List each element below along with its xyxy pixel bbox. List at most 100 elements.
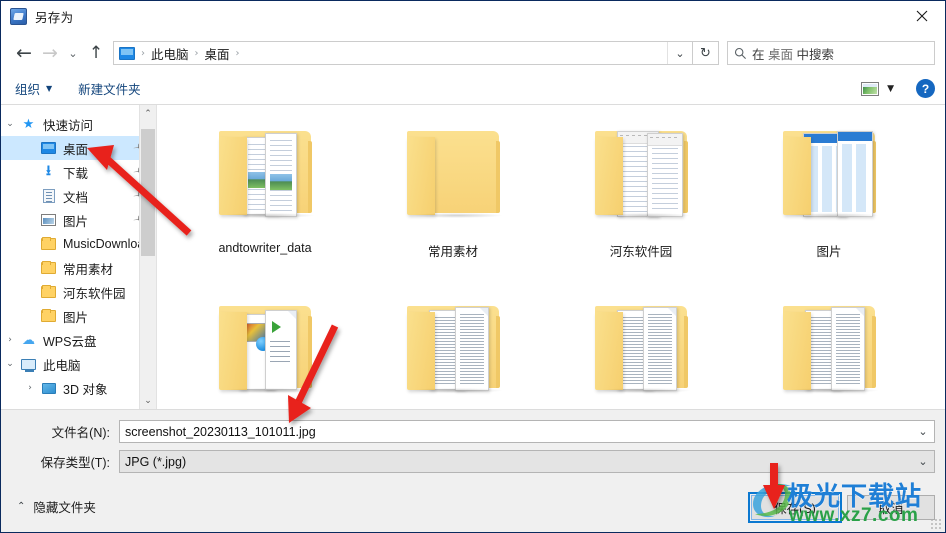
dialog-buttons: 保存(S) 取消 <box>748 492 935 523</box>
chevron-icon[interactable]: ⌄ <box>1 119 19 129</box>
picture-icon <box>39 214 58 226</box>
file-item-label: 图片 <box>816 245 842 259</box>
star-icon: ★ <box>22 116 35 131</box>
sidebar-item-label: 图片 <box>63 310 89 325</box>
navigation-bar: ← → ⌄ ↑ › 此电脑 › 桌面 › ⌄ ↻ 在 桌面 中搜索 <box>1 33 945 73</box>
chevron-down-icon[interactable]: ▼ <box>887 84 894 94</box>
new-folder-button[interactable]: 新建文件夹 <box>78 79 141 98</box>
this-pc-icon <box>19 358 38 372</box>
sidebar-item-5[interactable]: MusicDownloa <box>1 232 156 256</box>
file-item[interactable] <box>547 292 735 409</box>
folder-with-documents-icon <box>769 292 889 409</box>
sidebar-item-10[interactable]: ⌄ 此电脑 <box>1 352 156 376</box>
scrollbar-thumb[interactable] <box>141 129 155 256</box>
sidebar-item-1[interactable]: 桌面📌 <box>1 136 156 160</box>
cloud-icon: ☁ <box>22 332 35 347</box>
help-icon[interactable]: ? <box>916 79 935 98</box>
file-list[interactable]: andtowriter_data 常用素材 河东软件园 图片 <box>157 105 945 409</box>
sidebar-item-label: 下载 <box>63 166 89 181</box>
file-item[interactable]: 河东软件园 <box>547 117 735 292</box>
folder-with-documents-icon <box>393 292 513 409</box>
search-icon <box>728 47 752 60</box>
search-ph-post: 中搜索 <box>793 47 834 62</box>
refresh-icon[interactable]: ↻ <box>693 41 719 65</box>
help-label: ? <box>921 81 930 96</box>
folder-with-documents-icon <box>581 292 701 409</box>
breadcrumb-separator: › <box>235 47 240 59</box>
file-item-label: 河东软件园 <box>609 245 673 259</box>
hide-folders-toggle[interactable]: ⌃ 隐藏文件夹 <box>17 497 96 516</box>
filename-field[interactable]: screenshot_20230113_101011.jpg ⌄ <box>119 420 935 443</box>
breadcrumb-item-0[interactable]: 此电脑 <box>151 44 189 63</box>
sidebar-item-3[interactable]: 文档📌 <box>1 184 156 208</box>
sidebar-item-label: 3D 对象 <box>63 382 108 397</box>
3d-objects-icon <box>39 382 58 394</box>
folder-with-documents-icon <box>581 117 701 237</box>
sidebar-item-4[interactable]: 图片📌 <box>1 208 156 232</box>
sidebar-item-9[interactable]: › ☁ WPS云盘 <box>1 328 156 352</box>
file-item[interactable]: andtowriter_data <box>171 117 359 292</box>
sidebar-item-0[interactable]: ⌄ ★ 快速访问 <box>1 112 156 136</box>
sidebar-scrollbar[interactable]: ⌃ ⌄ <box>139 105 156 409</box>
filetype-field[interactable]: JPG (*.jpg) ⌄ <box>119 450 935 473</box>
sidebar-item-7[interactable]: 河东软件园 <box>1 280 156 304</box>
chevron-down-icon[interactable]: ⌄ <box>63 40 83 66</box>
sidebar-item-label: WPS云盘 <box>43 334 97 349</box>
chevron-icon[interactable]: › <box>1 335 19 345</box>
chevron-down-icon[interactable]: ⌄ <box>140 392 156 409</box>
chevron-icon[interactable]: › <box>21 383 39 393</box>
sidebar-item-label: 此电脑 <box>43 358 81 373</box>
chevron-icon[interactable]: ⌄ <box>1 359 19 369</box>
breadcrumb[interactable]: › 此电脑 › 桌面 › ⌄ <box>113 41 693 65</box>
close-icon[interactable] <box>899 1 945 31</box>
window-title: 另存为 <box>35 11 74 25</box>
folder-with-documents-icon <box>205 117 325 237</box>
this-pc-icon <box>119 46 135 60</box>
search-ph-target: 桌面 <box>767 47 793 62</box>
cancel-button[interactable]: 取消 <box>847 495 935 520</box>
resize-grip[interactable] <box>930 518 942 530</box>
chevron-down-icon: ▼ <box>46 84 53 93</box>
sidebar-list: ⌄★快速访问桌面📌⭳下载📌文档📌图片📌MusicDownloa常用素材河东软件园… <box>1 105 156 400</box>
file-item[interactable] <box>171 292 359 409</box>
form-footer: ⌃ 隐藏文件夹 保存(S) 取消 <box>1 479 945 532</box>
file-grid: andtowriter_data 常用素材 河东软件园 图片 <box>171 117 945 409</box>
folder-icon <box>393 117 513 237</box>
filename-row: 文件名(N): screenshot_20230113_101011.jpg ⌄ <box>1 419 945 444</box>
view-layout-icon[interactable] <box>861 81 880 96</box>
save-button[interactable]: 保存(S) <box>748 492 842 523</box>
save-button-label: 保存(S) <box>774 502 816 516</box>
sidebar-item-11[interactable]: › 3D 对象 <box>1 376 156 400</box>
file-item[interactable] <box>735 292 923 409</box>
arrow-up-icon[interactable]: ↑ <box>83 40 109 66</box>
sidebar-item-label: 图片 <box>63 214 89 229</box>
search-input[interactable]: 在 桌面 中搜索 <box>727 41 935 65</box>
folder-icon <box>39 237 58 250</box>
breadcrumb-dropdown-icon[interactable]: ⌄ <box>667 42 692 64</box>
arrow-left-icon[interactable]: ← <box>11 40 37 66</box>
sidebar-item-label: 河东软件园 <box>63 286 126 301</box>
file-item[interactable]: 常用素材 <box>359 117 547 292</box>
file-item[interactable]: 图片 <box>735 117 923 292</box>
organize-button[interactable]: 组织 ▼ <box>15 79 52 98</box>
sidebar-item-6[interactable]: 常用素材 <box>1 256 156 280</box>
breadcrumb-item-1[interactable]: 桌面 <box>205 44 230 63</box>
filetype-value: JPG (*.jpg) <box>125 454 187 469</box>
organize-label: 组织 <box>15 83 41 97</box>
search-ph-pre: 在 <box>752 47 768 62</box>
filetype-row: 保存类型(T): JPG (*.jpg) ⌄ <box>1 449 945 474</box>
chevron-down-icon[interactable]: ⌄ <box>912 421 934 442</box>
monitor-icon <box>39 142 58 154</box>
sidebar-item-label: 文档 <box>63 190 89 205</box>
file-item[interactable] <box>359 292 547 409</box>
chevron-up-icon[interactable]: ⌃ <box>140 105 156 122</box>
save-as-dialog: 另存为 ← → ⌄ ↑ › 此电脑 › 桌面 › ⌄ ↻ 在 桌面 中搜索 组织… <box>0 0 946 533</box>
breadcrumb-separator: › <box>194 47 199 59</box>
sidebar-item-label: 桌面 <box>63 142 89 157</box>
folder-with-documents-icon <box>205 292 325 409</box>
sidebar-item-2[interactable]: ⭳下载📌 <box>1 160 156 184</box>
chevron-down-icon[interactable]: ⌄ <box>912 451 934 472</box>
arrow-right-icon: → <box>42 41 58 64</box>
folder-icon <box>39 285 58 298</box>
sidebar-item-8[interactable]: 图片 <box>1 304 156 328</box>
